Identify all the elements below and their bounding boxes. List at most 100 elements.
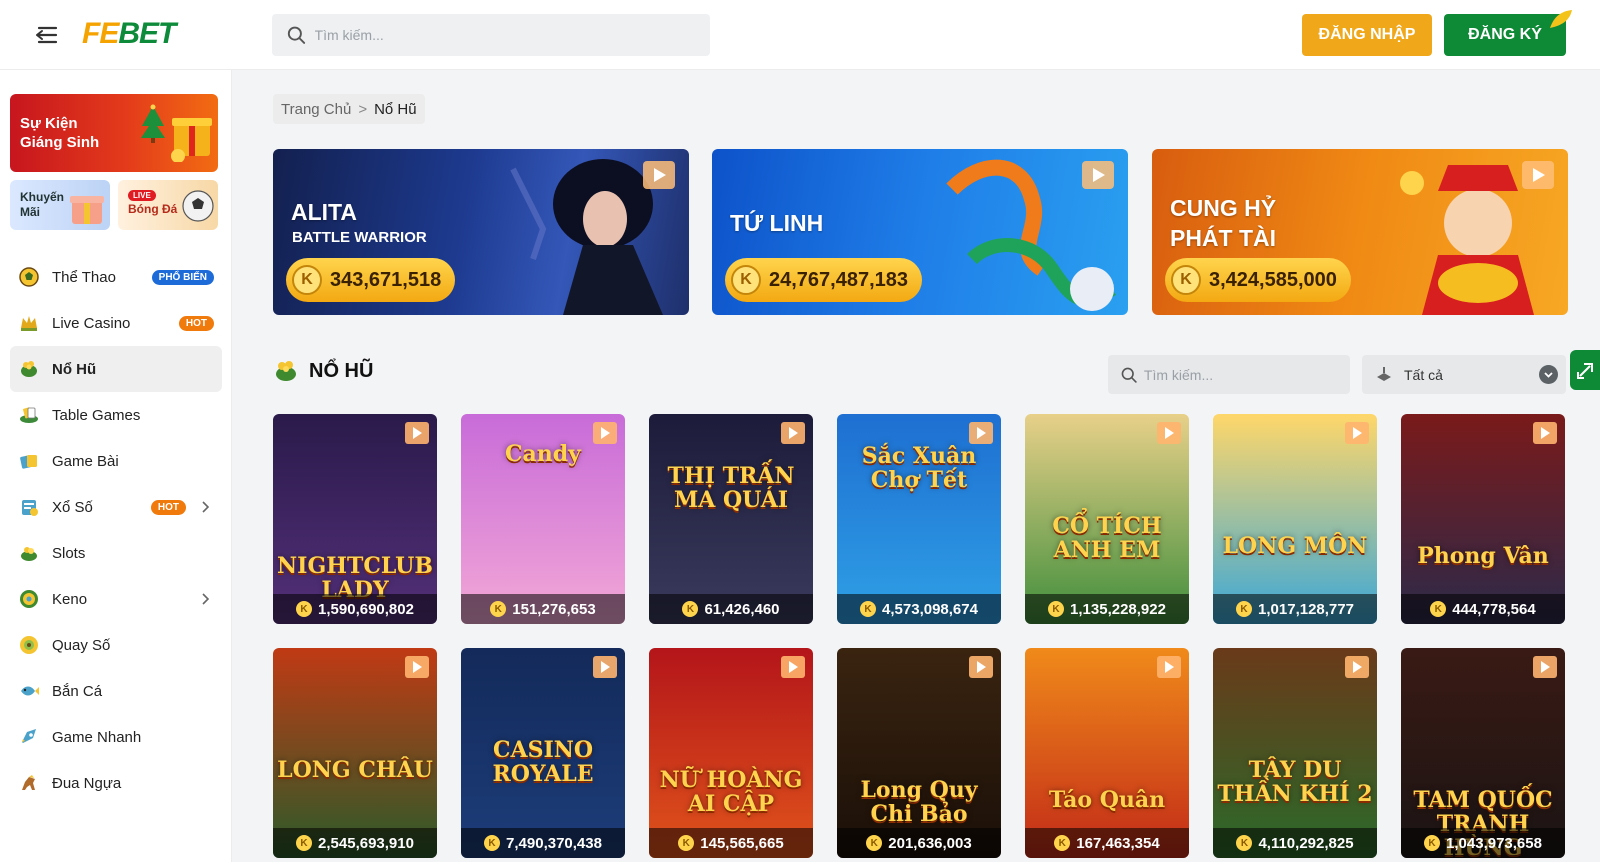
search-icon [287, 26, 306, 44]
game-card[interactable]: Táo Quân K 167,463,354 [1025, 648, 1189, 858]
sidebar-item-xo-so[interactable]: Xổ Số HOT [10, 484, 222, 530]
promo-bong-da[interactable]: LIVE Bóng Đá [118, 180, 218, 230]
play-tag-icon [781, 422, 805, 444]
coin-icon: K [866, 835, 883, 851]
game-card[interactable]: CASINO ROYALE K 7,490,370,438 [461, 648, 625, 858]
coin-icon: K [296, 835, 313, 851]
banner-cung-hy-phat-tai[interactable]: CUNG HỶ PHÁT TÀI K 3,424,585,000 [1152, 149, 1568, 315]
provider-filter-select[interactable]: Tất cả [1362, 355, 1566, 394]
game-jackpot-amount: 1,043,973,658 [1446, 834, 1542, 852]
play-tag-icon [1533, 656, 1557, 678]
sidebar-item-table-games[interactable]: Table Games [10, 392, 222, 438]
promo-christmas-event[interactable]: Sự Kiện Giáng Sinh [10, 94, 218, 172]
chevron-down-icon [1539, 365, 1558, 384]
fish-icon [21, 686, 39, 696]
jackpot-amount: 24,767,487,183 [769, 268, 909, 291]
game-title: THỊ TRẤN MA QUÁI [667, 463, 795, 513]
promo-christmas-text: Sự Kiện Giáng Sinh [20, 115, 100, 151]
game-title: LONG MÔN [1222, 533, 1368, 559]
game-card[interactable]: Long Quy Chi Bảo K 201,636,003 [837, 648, 1001, 858]
christmas-tree-icon [141, 104, 165, 143]
play-tag-icon [781, 656, 805, 678]
chevron-right-icon[interactable] [200, 500, 210, 514]
banner-title: CUNG HỶ PHÁT TÀI [1170, 195, 1277, 251]
banner-alita[interactable]: ALITA BATTLE WARRIOR K 343,671,518 [273, 149, 689, 315]
play-tag-icon [969, 422, 993, 444]
hamburger-menu-icon[interactable] [34, 22, 60, 48]
play-tag-icon [593, 656, 617, 678]
game-card[interactable]: LONG MÔN K 1,017,128,777 [1213, 414, 1377, 624]
sidebar-item-keno[interactable]: Keno [10, 576, 222, 622]
banner-title: TỨ LINH [730, 210, 824, 236]
chevron-right-icon[interactable] [200, 592, 210, 606]
game-title: Long Quy Chi Bảo [860, 777, 978, 827]
sidebar-item-game-bai[interactable]: Game Bài [10, 438, 222, 484]
sidebar-item-label: Xổ Số [52, 498, 93, 516]
game-search[interactable] [1108, 355, 1350, 394]
breadcrumb: Trang Chủ > Nổ Hũ [273, 94, 425, 124]
header-search[interactable] [272, 14, 710, 56]
register-button[interactable]: ĐĂNG KÝ [1444, 10, 1572, 56]
sidebar-item-label: Slots [52, 544, 86, 562]
login-button[interactable]: ĐĂNG NHẬP [1302, 14, 1432, 56]
game-card[interactable]: Phong Vân K 444,778,564 [1401, 414, 1565, 624]
play-tag-icon [1345, 656, 1369, 678]
banner-tu-linh[interactable]: TỨ LINH K 24,767,487,183 [712, 149, 1128, 315]
slots-icon [21, 547, 37, 561]
coin-icon: K [484, 835, 501, 851]
filter-icon [1377, 366, 1391, 381]
game-jackpot-amount: 61,426,460 [704, 600, 780, 618]
breadcrumb-current: Nổ Hũ [374, 100, 417, 118]
play-tag-icon [1345, 422, 1369, 444]
play-tag-icon [405, 422, 429, 444]
sidebar-nav: Thể Thao PHỔ BIẾN Live Casino HOT Nổ Hũ … [10, 254, 222, 806]
game-card[interactable]: TAM QUỐC TRANH HÙNGK1,043,973,658 [1401, 648, 1565, 858]
febet-logo[interactable]: FE BET [82, 16, 222, 52]
play-tag-icon [969, 656, 993, 678]
game-jackpot-amount: 151,276,653 [512, 600, 596, 618]
game-title: Candy [505, 441, 581, 467]
game-jackpot-amount: 2,545,693,910 [318, 834, 414, 852]
game-card[interactable]: THỊ TRẤN MA QUÁI K 61,426,460 [649, 414, 813, 624]
playing-cards-icon [20, 455, 37, 469]
game-jackpot-bar: K 1,043,973,658 [1401, 828, 1565, 858]
breadcrumb-home-link[interactable]: Trang Chủ [281, 101, 351, 118]
game-card[interactable]: NỮ HOÀNG AI CẬP K 145,565,665 [649, 648, 813, 858]
sidebar-item-no-hu[interactable]: Nổ Hũ [10, 346, 222, 392]
game-card[interactable]: CỔ TÍCH ANH EM K 1,135,228,922 [1025, 414, 1189, 624]
sidebar-item-live-casino[interactable]: Live Casino HOT [10, 300, 222, 346]
game-title: LONG CHÂU [277, 757, 433, 783]
coin-icon: K [296, 601, 313, 617]
game-jackpot-bar: K 1,135,228,922 [1025, 594, 1189, 624]
game-jackpot-amount: 145,565,665 [700, 834, 784, 852]
sidebar-item-the-thao[interactable]: Thể Thao PHỔ BIẾN [10, 254, 222, 300]
play-tag-icon [1157, 656, 1181, 678]
game-jackpot-bar: K 4,110,292,825 [1213, 828, 1377, 858]
horse-icon [22, 775, 35, 790]
game-search-input[interactable] [1143, 366, 1350, 383]
gift-box-icon [171, 118, 212, 162]
game-title: Sắc Xuân Chợ Tết [861, 443, 977, 493]
game-jackpot-amount: 201,636,003 [888, 834, 972, 852]
sidebar-item-label: Quay Số [52, 636, 111, 654]
game-card[interactable]: Candy K 151,276,653 [461, 414, 625, 624]
game-jackpot-bar: K 61,426,460 [649, 594, 813, 624]
sidebar-item-dua-ngua[interactable]: Đua Ngựa [10, 760, 222, 806]
game-card[interactable]: TÂY DU THẦN KHÍ 2 K 4,110,292,825 [1213, 648, 1377, 858]
game-card[interactable]: NIGHTCLUB LADY K 1,590,690,802 [273, 414, 437, 624]
play-tag-icon [1533, 422, 1557, 444]
game-card[interactable]: LONG CHÂU K 2,545,693,910 [273, 648, 437, 858]
cards-icon [20, 407, 38, 423]
header-search-input[interactable] [314, 27, 710, 43]
sidebar-item-quay-so[interactable]: Quay Số [10, 622, 222, 668]
expand-icon[interactable] [1570, 350, 1600, 390]
sidebar-item-label: Đua Ngựa [52, 774, 122, 792]
jackpot-amount: 3,424,585,000 [1209, 268, 1337, 291]
game-title: NỮ HOÀNG AI CẬP [659, 767, 803, 817]
sidebar-item-ban-ca[interactable]: Bắn Cá [10, 668, 222, 714]
game-card[interactable]: Sắc Xuân Chợ Tết K 4,573,098,674 [837, 414, 1001, 624]
sidebar-item-game-nhanh[interactable]: Game Nhanh [10, 714, 222, 760]
sidebar-item-slots[interactable]: Slots [10, 530, 222, 576]
promo-khuyen-mai[interactable]: Khuyến Mãi [10, 180, 110, 230]
sidebar-item-label: Game Bài [52, 452, 119, 470]
